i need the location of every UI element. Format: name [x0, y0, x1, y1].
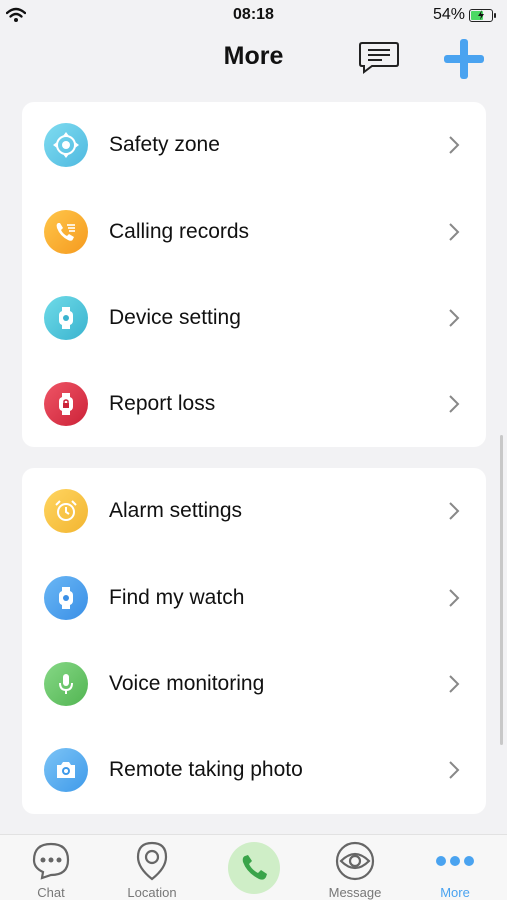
menu-item-label: Remote taking photo	[109, 758, 303, 782]
message-button[interactable]	[358, 40, 402, 76]
menu-item-report-loss[interactable]: Report loss	[22, 361, 486, 447]
scrollbar[interactable]	[500, 435, 503, 745]
chevron-right-icon	[449, 136, 460, 154]
plus-icon	[444, 39, 484, 79]
target-icon	[44, 123, 88, 168]
chevron-right-icon	[449, 395, 460, 414]
tab-chat[interactable]: Chat	[6, 835, 96, 900]
tab-more[interactable]: More	[410, 835, 500, 900]
tab-label: Location	[127, 885, 177, 900]
battery-icon	[469, 8, 496, 22]
lock-watch-icon	[44, 382, 88, 427]
page-title: More	[223, 42, 284, 70]
menu-item-device-setting[interactable]: Device setting	[22, 275, 486, 361]
camera-icon	[44, 748, 88, 793]
menu-item-label: Find my watch	[109, 585, 245, 609]
menu-item-label: Device setting	[109, 305, 241, 329]
menu-section-1: Safety zone Calling records Device setti…	[22, 102, 486, 447]
status-bar: 08:18 54%	[0, 0, 507, 30]
menu-item-label: Alarm settings	[109, 499, 243, 523]
watch-icon	[44, 295, 88, 340]
tab-message[interactable]: Message	[310, 835, 400, 900]
menu-item-label: Calling records	[109, 219, 250, 243]
menu-item-label: Report loss	[109, 392, 216, 416]
message-icon	[359, 42, 399, 74]
location-pin-icon	[130, 839, 174, 883]
phone-list-icon	[44, 209, 88, 254]
tab-label: Message	[328, 885, 382, 900]
chevron-right-icon	[449, 675, 460, 693]
chat-bubble-icon	[29, 839, 73, 883]
chevron-right-icon	[449, 588, 460, 607]
microphone-icon	[44, 661, 88, 706]
tab-label: Chat	[37, 885, 65, 900]
chevron-right-icon	[449, 309, 460, 327]
menu-item-voice-monitoring[interactable]: Voice monitoring	[22, 641, 486, 727]
eye-icon	[333, 839, 377, 883]
menu-item-find-my-watch[interactable]: Find my watch	[22, 554, 486, 640]
menu-section-2: Alarm settings Find my watch Voice monit…	[22, 468, 486, 814]
menu-item-safety-zone[interactable]: Safety zone	[22, 102, 486, 188]
menu-item-remote-taking-photo[interactable]: Remote taking photo	[22, 727, 486, 813]
menu-item-label: Voice monitoring	[109, 671, 265, 695]
charging-bolt-icon	[478, 10, 484, 20]
more-dots-icon	[433, 839, 477, 883]
chevron-right-icon	[449, 502, 460, 520]
phone-icon	[242, 855, 267, 880]
add-button[interactable]	[441, 36, 487, 82]
menu-item-calling-records[interactable]: Calling records	[22, 188, 486, 274]
alarm-clock-icon	[44, 489, 88, 534]
header: More	[0, 30, 507, 86]
chevron-right-icon	[449, 222, 460, 241]
chevron-right-icon	[449, 761, 460, 780]
menu-item-label: Safety zone	[109, 133, 220, 157]
tab-label: More	[440, 885, 470, 900]
status-time: 08:18	[233, 6, 274, 23]
call-button[interactable]	[228, 842, 280, 894]
menu-item-alarm-settings[interactable]: Alarm settings	[22, 468, 486, 554]
watch-icon	[44, 575, 88, 620]
tab-location[interactable]: Location	[107, 835, 197, 900]
